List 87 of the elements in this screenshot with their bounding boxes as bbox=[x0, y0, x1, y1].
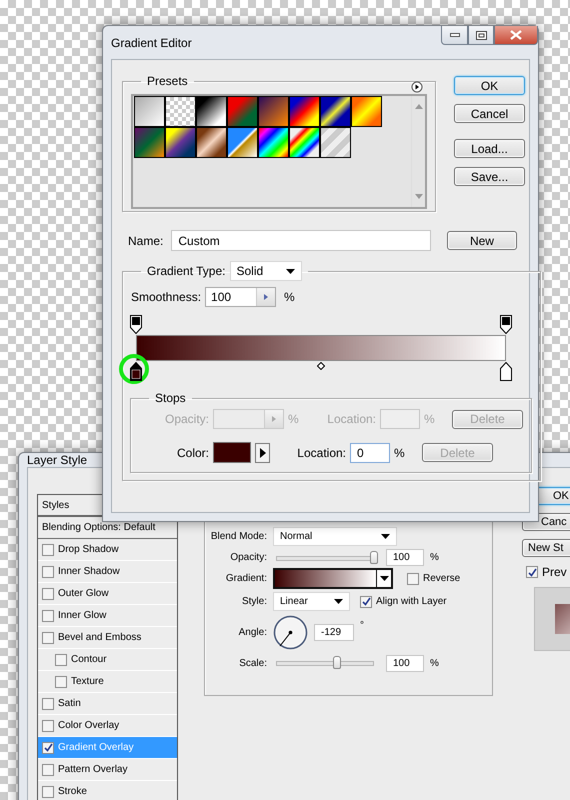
gradient-preset[interactable] bbox=[196, 127, 227, 158]
style-list-item[interactable]: Texture bbox=[38, 671, 177, 693]
name-input[interactable]: Custom bbox=[171, 230, 431, 251]
style-list-item[interactable]: Bevel and Emboss bbox=[38, 627, 177, 649]
reverse-checkbox[interactable] bbox=[407, 572, 419, 584]
gradient-editor-dialog: Gradient Editor Presets OK Cancel Load... Save... Name: Custom New Gradient Type: Solid Smoothness: 100 % Stops Opacity: % Location: % Delete Color: Location: 0 % Delete bbox=[102, 25, 539, 522]
color-menu-button[interactable] bbox=[255, 442, 270, 462]
arrow-icon bbox=[272, 416, 276, 422]
color-stop[interactable] bbox=[130, 362, 142, 381]
smoothness-input[interactable]: 100 bbox=[205, 287, 276, 307]
style-checkbox[interactable] bbox=[42, 544, 54, 556]
preview-checkbox[interactable] bbox=[526, 566, 538, 578]
style-dropdown[interactable]: Linear bbox=[273, 592, 350, 611]
dialog-button[interactable]: New St bbox=[522, 539, 570, 557]
color-stop[interactable] bbox=[500, 362, 512, 381]
style-checkbox[interactable] bbox=[42, 632, 54, 644]
gradient-preset[interactable] bbox=[258, 127, 289, 158]
group-label: Presets bbox=[146, 74, 189, 88]
style-checkbox[interactable] bbox=[42, 566, 54, 578]
angle-dial[interactable] bbox=[273, 614, 308, 650]
color-swatch[interactable] bbox=[213, 442, 251, 463]
minimize-button[interactable] bbox=[441, 26, 468, 45]
slider-thumb[interactable] bbox=[332, 656, 341, 669]
scale-input[interactable]: 100 bbox=[386, 654, 424, 672]
style-list-item[interactable]: Satin bbox=[38, 693, 177, 715]
scale-slider[interactable] bbox=[276, 655, 374, 671]
dialog-button[interactable]: OK bbox=[454, 76, 525, 95]
style-list-item[interactable]: Pattern Overlay bbox=[38, 759, 177, 781]
window-title: Layer Style bbox=[27, 453, 88, 467]
align-checkbox[interactable] bbox=[360, 596, 372, 608]
gradient-type-dropdown[interactable]: Solid bbox=[230, 261, 302, 281]
arrow-icon bbox=[264, 294, 268, 300]
opacity-stop[interactable] bbox=[500, 315, 512, 334]
location-input[interactable] bbox=[380, 409, 420, 429]
gradient-preset[interactable] bbox=[320, 96, 351, 127]
opacity-input[interactable]: 100 bbox=[386, 549, 424, 566]
style-checkbox[interactable] bbox=[42, 588, 54, 600]
style-checkbox[interactable] bbox=[42, 720, 54, 732]
triangle-icon bbox=[260, 448, 266, 458]
dialog-button[interactable]: Cancel bbox=[454, 104, 525, 123]
stops-panel: Stops Opacity: % Location: % Delete Color: Location: 0 % Delete bbox=[130, 391, 532, 473]
location-input[interactable]: 0 bbox=[350, 442, 390, 462]
maximize-icon bbox=[476, 30, 486, 40]
blend-mode-dropdown[interactable]: Normal bbox=[273, 527, 397, 546]
gradient-preset[interactable] bbox=[258, 96, 289, 127]
gradient-preset[interactable] bbox=[165, 96, 196, 127]
dialog-button[interactable]: Save... bbox=[454, 167, 525, 186]
gradient-preset[interactable] bbox=[289, 96, 320, 127]
style-list-item[interactable]: Drop Shadow bbox=[38, 539, 177, 561]
caret-icon bbox=[380, 576, 388, 581]
style-checkbox[interactable] bbox=[42, 742, 54, 754]
style-list-item[interactable]: Inner Shadow bbox=[38, 561, 177, 583]
gradient-panel: Gradient Type: Solid Smoothness: 100 % Stops Opacity: % Location: % Delete Color: Location: 0 % Delete bbox=[122, 261, 541, 481]
maximize-button[interactable] bbox=[468, 26, 494, 45]
angle-input[interactable]: -129 bbox=[314, 624, 354, 640]
slider-thumb[interactable] bbox=[370, 550, 378, 564]
close-button[interactable] bbox=[494, 26, 538, 45]
dialog-button[interactable]: Load... bbox=[454, 139, 525, 158]
style-list-item[interactable]: Inner Glow bbox=[38, 605, 177, 627]
gradient-preset[interactable] bbox=[351, 96, 382, 127]
close-icon bbox=[510, 30, 522, 40]
caret-icon bbox=[286, 268, 294, 274]
caret-icon bbox=[334, 599, 343, 604]
style-list-item[interactable]: Outer Glow bbox=[38, 583, 177, 605]
gradient-bar[interactable] bbox=[136, 335, 506, 361]
minimize-icon bbox=[450, 33, 460, 37]
style-checkbox[interactable] bbox=[55, 654, 67, 666]
gradient-preset[interactable] bbox=[196, 96, 227, 127]
style-list-item[interactable]: Contour bbox=[38, 649, 177, 671]
style-checkbox[interactable] bbox=[42, 786, 54, 798]
style-checkbox[interactable] bbox=[42, 610, 54, 622]
window-title: Gradient Editor bbox=[111, 36, 192, 50]
gradient-preset[interactable] bbox=[227, 127, 258, 158]
style-checkbox[interactable] bbox=[42, 698, 54, 710]
gradient-preset[interactable] bbox=[289, 127, 320, 158]
gradient-preset[interactable] bbox=[165, 127, 196, 158]
group-label: Stops bbox=[154, 391, 187, 405]
gradient-picker[interactable] bbox=[273, 568, 393, 589]
gradient-preset[interactable] bbox=[320, 127, 351, 158]
caret-icon bbox=[381, 534, 390, 539]
new-button[interactable]: New bbox=[446, 231, 517, 250]
style-list-item[interactable]: Stroke bbox=[38, 781, 177, 800]
gradient-preset[interactable] bbox=[134, 96, 165, 127]
style-checkbox[interactable] bbox=[55, 676, 67, 688]
gradient-preset[interactable] bbox=[134, 127, 165, 158]
opacity-stop[interactable] bbox=[130, 315, 142, 334]
style-checkbox[interactable] bbox=[42, 764, 54, 776]
